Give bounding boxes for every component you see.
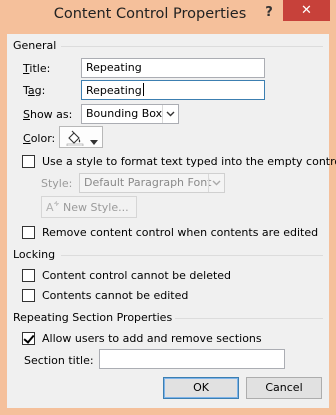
cancel-button[interactable]: Cancel: [246, 377, 322, 399]
title-label-text: itle:: [29, 62, 51, 75]
tag-input[interactable]: Repeating: [81, 80, 265, 100]
section-title-input[interactable]: [99, 349, 285, 369]
section-locking-heading: Locking: [13, 248, 56, 261]
allow-sections-label: Allow users to add and remove sections: [42, 332, 262, 345]
cannot-edit-checkbox[interactable]: [22, 289, 35, 302]
color-picker-button[interactable]: [59, 126, 103, 148]
dialog-body: General Title: Repeating Tag: Repeating …: [7, 34, 336, 408]
title-bar: Content Control Properties ? ✕: [0, 0, 336, 34]
chevron-down-icon: [208, 174, 224, 192]
title-input[interactable]: Repeating: [81, 58, 265, 78]
dialog-title: Content Control Properties: [53, 6, 247, 22]
use-style-label: Use a style to format text typed into th…: [42, 155, 336, 168]
close-icon[interactable]: ✕: [283, 0, 330, 21]
new-style-icon: A: [46, 200, 60, 216]
paint-bucket-icon: [66, 130, 84, 149]
chevron-down-icon: [162, 105, 178, 123]
cannot-edit-label: Contents cannot be edited: [42, 289, 189, 302]
section-title-label: Section title:: [24, 354, 94, 367]
remove-control-label: Remove content control when contents are…: [42, 226, 319, 239]
cannot-delete-checkbox[interactable]: [22, 269, 35, 282]
dialog-window: Content Control Properties ? ✕ General T…: [0, 0, 336, 415]
svg-text:A: A: [46, 201, 54, 213]
allow-sections-checkbox[interactable]: [22, 332, 35, 345]
section-repeating-heading: Repeating Section Properties: [13, 311, 173, 324]
new-style-label: New Style...: [63, 201, 129, 214]
title-label: Title:: [23, 62, 51, 75]
help-icon[interactable]: ?: [258, 2, 280, 24]
style-value: Default Paragraph Font: [84, 176, 212, 189]
tag-label: Tag:: [23, 84, 46, 97]
show-as-value: Bounding Box: [86, 107, 163, 120]
section-divider: [61, 46, 323, 47]
color-label: Color:: [23, 132, 56, 145]
section-divider: [175, 318, 323, 319]
show-as-select[interactable]: Bounding Box: [81, 104, 179, 124]
use-style-checkbox[interactable]: [22, 155, 35, 168]
section-divider: [61, 255, 323, 256]
ok-button[interactable]: OK: [163, 377, 239, 399]
cannot-delete-label: Content control cannot be deleted: [42, 269, 232, 282]
section-general-heading: General: [13, 39, 57, 52]
chevron-down-icon: [90, 135, 98, 148]
new-style-button[interactable]: A New Style...: [41, 196, 137, 218]
show-as-label: Show as:: [23, 108, 73, 121]
tag-value: Repeating: [86, 84, 142, 97]
style-label: Style:: [41, 177, 73, 190]
style-select[interactable]: Default Paragraph Font: [79, 173, 225, 193]
remove-control-checkbox[interactable]: [22, 226, 35, 239]
text-caret: [142, 83, 144, 96]
